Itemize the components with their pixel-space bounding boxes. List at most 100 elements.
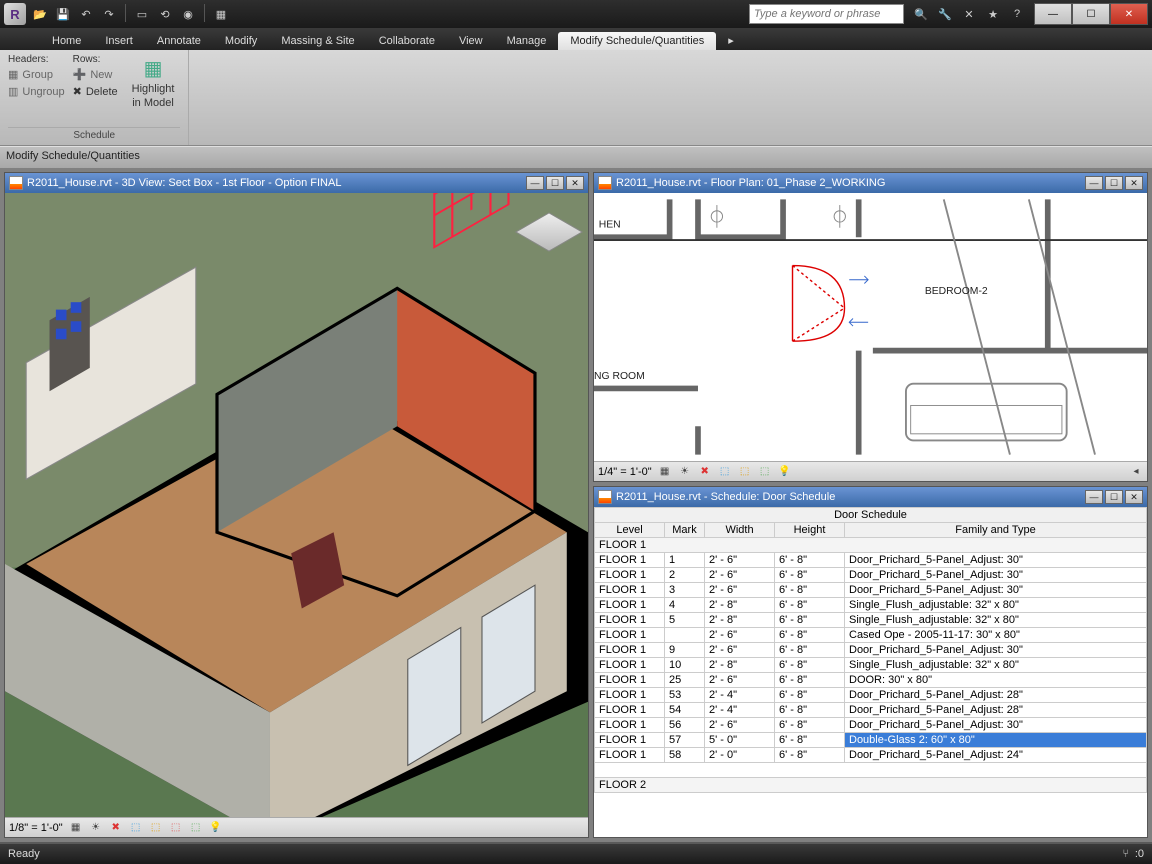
- view-floorplan-titlebar[interactable]: R2011_House.rvt - Floor Plan: 01_Phase 2…: [594, 173, 1147, 193]
- view-close-button[interactable]: ✕: [566, 176, 584, 190]
- viewcube[interactable]: [522, 205, 576, 259]
- new-row-button[interactable]: ➕ New: [73, 67, 118, 82]
- view-minimize-button[interactable]: —: [526, 176, 544, 190]
- schedule-cell[interactable]: 5' - 0": [705, 733, 775, 748]
- sun-path-icon[interactable]: ☀: [678, 465, 692, 479]
- view-minimize-button[interactable]: —: [1085, 176, 1103, 190]
- schedule-cell[interactable]: 6' - 8": [775, 733, 845, 748]
- schedule-cell[interactable]: Door_Prichard_5-Panel_Adjust: 24": [845, 748, 1147, 763]
- tab-modify-schedule-quantities[interactable]: Modify Schedule/Quantities: [558, 32, 716, 50]
- schedule-cell[interactable]: [665, 628, 705, 643]
- view-floorplan[interactable]: R2011_House.rvt - Floor Plan: 01_Phase 2…: [593, 172, 1148, 482]
- table-row[interactable]: FLOOR 1562' - 6"6' - 8"Door_Prichard_5-P…: [595, 718, 1147, 733]
- reveal-icon[interactable]: 💡: [778, 465, 792, 479]
- schedule-cell[interactable]: 53: [665, 688, 705, 703]
- crop-icon[interactable]: ⬚: [149, 821, 163, 835]
- crop-region-icon[interactable]: ⬚: [169, 821, 183, 835]
- schedule-cell[interactable]: FLOOR 1: [595, 733, 665, 748]
- ungroup-button[interactable]: ▥ Ungroup: [8, 84, 65, 99]
- table-row[interactable]: FLOOR 1582' - 0"6' - 8"Door_Prichard_5-P…: [595, 748, 1147, 763]
- search-input[interactable]: [749, 4, 904, 24]
- schedule-cell[interactable]: 2' - 4": [705, 703, 775, 718]
- schedule-cell[interactable]: Door_Prichard_5-Panel_Adjust: 30": [845, 583, 1147, 598]
- schedule-cell[interactable]: FLOOR 1: [595, 613, 665, 628]
- schedule-cell[interactable]: 57: [665, 733, 705, 748]
- tab-view[interactable]: View: [447, 32, 495, 50]
- schedule-grid[interactable]: Door Schedule LevelMarkWidthHeightFamily…: [594, 507, 1147, 837]
- view-maximize-button[interactable]: ☐: [1105, 490, 1123, 504]
- view-schedule[interactable]: R2011_House.rvt - Schedule: Door Schedul…: [593, 486, 1148, 838]
- table-row[interactable]: FLOOR 1252' - 6"6' - 8"DOOR: 30" x 80": [595, 673, 1147, 688]
- key-icon[interactable]: 🔧: [936, 5, 954, 23]
- 3d-scale[interactable]: 1/8" = 1'-0": [9, 822, 63, 834]
- model-graphics-icon[interactable]: ▦: [69, 821, 83, 835]
- rendering-icon[interactable]: ⬚: [129, 821, 143, 835]
- tab-modify[interactable]: Modify: [213, 32, 269, 50]
- schedule-cell[interactable]: 6' - 8": [775, 703, 845, 718]
- schedule-cell[interactable]: Door_Prichard_5-Panel_Adjust: 28": [845, 688, 1147, 703]
- schedule-cell[interactable]: 6' - 8": [775, 643, 845, 658]
- schedule-cell[interactable]: 54: [665, 703, 705, 718]
- schedule-cell[interactable]: Cased Ope - 2005-11-17: 30" x 80": [845, 628, 1147, 643]
- schedule-cell[interactable]: 2' - 8": [705, 598, 775, 613]
- tab-play-icon[interactable]: ▸: [716, 31, 746, 50]
- schedule-cell[interactable]: 58: [665, 748, 705, 763]
- binoculars-icon[interactable]: 🔍: [912, 5, 930, 23]
- view-schedule-titlebar[interactable]: R2011_House.rvt - Schedule: Door Schedul…: [594, 487, 1147, 507]
- tab-annotate[interactable]: Annotate: [145, 32, 213, 50]
- schedule-cell[interactable]: DOOR: 30" x 80": [845, 673, 1147, 688]
- group-button[interactable]: ▦ Group: [8, 67, 65, 82]
- floorplan-canvas[interactable]: HEN BEDROOM-2 NG ROOM: [594, 193, 1147, 461]
- schedule-cell[interactable]: 6' - 8": [775, 598, 845, 613]
- table-row[interactable]: FLOOR 122' - 6"6' - 8"Door_Prichard_5-Pa…: [595, 568, 1147, 583]
- tab-insert[interactable]: Insert: [93, 32, 145, 50]
- schedule-cell[interactable]: Single_Flush_adjustable: 32" x 80": [845, 658, 1147, 673]
- schedule-cell[interactable]: Door_Prichard_5-Panel_Adjust: 30": [845, 643, 1147, 658]
- table-row[interactable]: FLOOR 112' - 6"6' - 8"Door_Prichard_5-Pa…: [595, 553, 1147, 568]
- shadows-icon[interactable]: ✖: [109, 821, 123, 835]
- view-close-button[interactable]: ✕: [1125, 176, 1143, 190]
- redo-icon[interactable]: ↷: [99, 4, 119, 24]
- table-row[interactable]: FLOOR 152' - 8"6' - 8"Single_Flush_adjus…: [595, 613, 1147, 628]
- schedule-cell[interactable]: 2: [665, 568, 705, 583]
- pointer-icon[interactable]: ▭: [132, 4, 152, 24]
- schedule-cell[interactable]: 6' - 8": [775, 553, 845, 568]
- schedule-cell[interactable]: FLOOR 1: [595, 673, 665, 688]
- schedule-cell[interactable]: 2' - 6": [705, 568, 775, 583]
- schedule-cell[interactable]: 2' - 0": [705, 748, 775, 763]
- minimize-button[interactable]: —: [1034, 3, 1072, 25]
- schedule-cell[interactable]: Single_Flush_adjustable: 32" x 80": [845, 613, 1147, 628]
- floorplan-scale[interactable]: 1/4" = 1'-0": [598, 466, 652, 478]
- sun-path-icon[interactable]: ☀: [89, 821, 103, 835]
- highlight-in-model-button[interactable]: ▦ Highlight in Model: [126, 54, 181, 111]
- view-maximize-button[interactable]: ☐: [546, 176, 564, 190]
- hide-icon[interactable]: ⬚: [189, 821, 203, 835]
- schedule-cell[interactable]: 4: [665, 598, 705, 613]
- switch-windows-icon[interactable]: ▦: [211, 4, 231, 24]
- tab-collaborate[interactable]: Collaborate: [367, 32, 447, 50]
- schedule-cell[interactable]: 2' - 6": [705, 553, 775, 568]
- save-icon[interactable]: 💾: [53, 4, 73, 24]
- schedule-cell[interactable]: FLOOR 1: [595, 718, 665, 733]
- schedule-cell[interactable]: 5: [665, 613, 705, 628]
- table-row[interactable]: FLOOR 132' - 6"6' - 8"Door_Prichard_5-Pa…: [595, 583, 1147, 598]
- schedule-cell[interactable]: FLOOR 1: [595, 643, 665, 658]
- schedule-cell[interactable]: Door_Prichard_5-Panel_Adjust: 30": [845, 568, 1147, 583]
- schedule-cell[interactable]: 6' - 8": [775, 673, 845, 688]
- schedule-cell[interactable]: FLOOR 1: [595, 688, 665, 703]
- hide-icon[interactable]: ⬚: [758, 465, 772, 479]
- schedule-header[interactable]: Width: [705, 523, 775, 538]
- shadows-icon[interactable]: ✖: [698, 465, 712, 479]
- schedule-cell[interactable]: 6' - 8": [775, 688, 845, 703]
- table-row[interactable]: FLOOR 142' - 8"6' - 8"Single_Flush_adjus…: [595, 598, 1147, 613]
- schedule-cell[interactable]: FLOOR 1: [595, 748, 665, 763]
- table-row[interactable]: FLOOR 12' - 6"6' - 8"Cased Ope - 2005-11…: [595, 628, 1147, 643]
- help-icon[interactable]: ?: [1008, 5, 1026, 23]
- open-icon[interactable]: 📂: [30, 4, 50, 24]
- schedule-header[interactable]: Mark: [665, 523, 705, 538]
- schedule-cell[interactable]: FLOOR 1: [595, 628, 665, 643]
- schedule-cell[interactable]: 2' - 6": [705, 583, 775, 598]
- schedule-cell[interactable]: 56: [665, 718, 705, 733]
- schedule-header[interactable]: Level: [595, 523, 665, 538]
- table-row[interactable]: FLOOR 1532' - 4"6' - 8"Door_Prichard_5-P…: [595, 688, 1147, 703]
